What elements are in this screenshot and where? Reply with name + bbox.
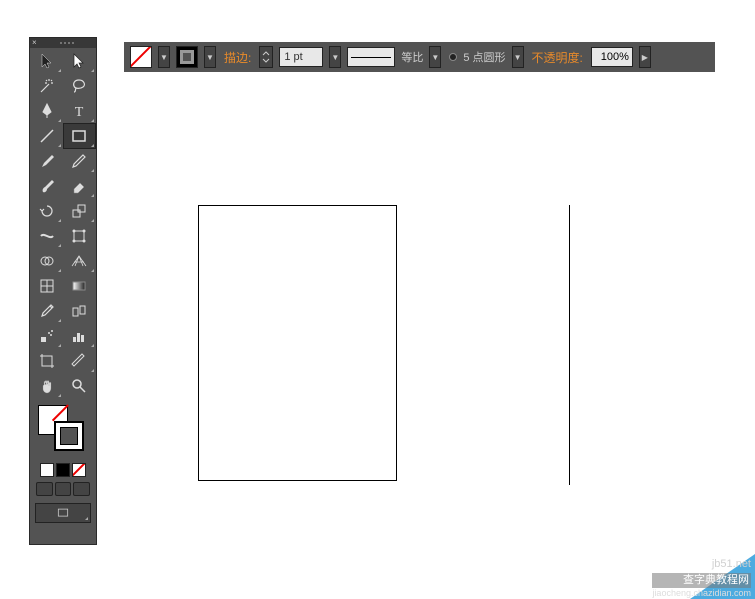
perspective-grid-tool[interactable] (64, 249, 95, 273)
direct-selection-tool[interactable] (64, 49, 95, 73)
magic-wand-tool[interactable] (31, 74, 62, 98)
toolbox-panel: × T (29, 37, 97, 545)
pen-tool[interactable] (31, 99, 62, 123)
slice-tool[interactable] (64, 349, 95, 373)
opacity-label: 不透明度: (530, 49, 585, 66)
watermark-line3: jiaocheng.chazidian.com (652, 588, 751, 599)
stroke-weight-dropdown[interactable]: ▼ (329, 46, 341, 68)
watermark-line1: jb51.net (652, 558, 751, 571)
stroke-style-preview[interactable] (347, 47, 395, 67)
draw-behind-button[interactable] (55, 482, 72, 496)
stroke-label: 描边: (222, 49, 253, 66)
line-tool[interactable] (31, 124, 62, 148)
profile-radio-icon (449, 53, 457, 61)
rotate-tool[interactable] (31, 199, 62, 223)
paintbrush-tool[interactable] (31, 149, 62, 173)
profile-label: 5 点圆形 (463, 49, 505, 65)
opacity-dropdown[interactable]: ▶ (639, 46, 651, 68)
color-button[interactable] (40, 463, 54, 477)
rectangle-tool[interactable] (64, 124, 95, 148)
stroke-type-dropdown[interactable]: ▼ (429, 46, 441, 68)
draw-mode-row (30, 479, 96, 499)
close-icon[interactable]: × (32, 39, 40, 47)
opacity-input[interactable] (591, 47, 633, 67)
artboard-tool[interactable] (31, 349, 62, 373)
width-tool[interactable] (31, 224, 62, 248)
gradient-button[interactable] (56, 463, 70, 477)
stroke-stepper[interactable] (259, 46, 273, 68)
symbol-sprayer-tool[interactable] (31, 324, 62, 348)
stroke-weight-input[interactable] (279, 47, 323, 67)
blend-tool[interactable] (64, 299, 95, 323)
draw-inside-button[interactable] (73, 482, 90, 496)
shape-builder-tool[interactable] (31, 249, 62, 273)
eraser-tool[interactable] (64, 174, 95, 198)
fill-dropdown[interactable]: ▼ (158, 46, 170, 68)
blob-brush-tool[interactable] (31, 174, 62, 198)
options-bar: ▼ ▼ 描边: ▼ 等比 ▼ 5 点圆形 ▼ 不透明度: ▶ (124, 42, 715, 72)
profile-dropdown[interactable]: ▼ (512, 46, 524, 68)
zoom-tool[interactable] (64, 374, 95, 398)
stroke-dropdown[interactable]: ▼ (204, 46, 216, 68)
panel-grip-icon[interactable] (40, 42, 94, 44)
tool-grid: T (30, 48, 96, 399)
gradient-tool[interactable] (64, 274, 95, 298)
canvas[interactable] (124, 72, 715, 562)
selection-tool[interactable] (31, 49, 62, 73)
color-mode-row (30, 461, 96, 479)
free-transform-tool[interactable] (64, 224, 95, 248)
mesh-tool[interactable] (31, 274, 62, 298)
watermark-text: jb51.net 查字典教程网 jiaocheng.chazidian.com (652, 558, 755, 599)
svg-text:T: T (75, 105, 84, 120)
lasso-tool[interactable] (64, 74, 95, 98)
draw-normal-button[interactable] (36, 482, 53, 496)
toolbox-header: × (30, 38, 96, 48)
watermark-line2: 查字典教程网 (652, 573, 751, 588)
column-graph-tool[interactable] (64, 324, 95, 348)
fill-swatch-topbar[interactable] (130, 46, 152, 68)
stroke-swatch-topbar[interactable] (176, 46, 198, 68)
eyedropper-tool[interactable] (31, 299, 62, 323)
line-shape[interactable] (569, 205, 570, 485)
pencil-tool[interactable] (64, 149, 95, 173)
stroke-swatch[interactable] (54, 421, 84, 451)
screen-mode-button[interactable] (35, 503, 91, 523)
watermark: jb51.net 查字典教程网 jiaocheng.chazidian.com (625, 544, 755, 599)
stroke-type-label: 等比 (401, 49, 423, 65)
rectangle-shape[interactable] (198, 205, 397, 481)
none-button[interactable] (72, 463, 86, 477)
hand-tool[interactable] (31, 374, 62, 398)
type-tool[interactable]: T (64, 99, 95, 123)
fill-stroke-swatches (30, 403, 96, 461)
scale-tool[interactable] (64, 199, 95, 223)
